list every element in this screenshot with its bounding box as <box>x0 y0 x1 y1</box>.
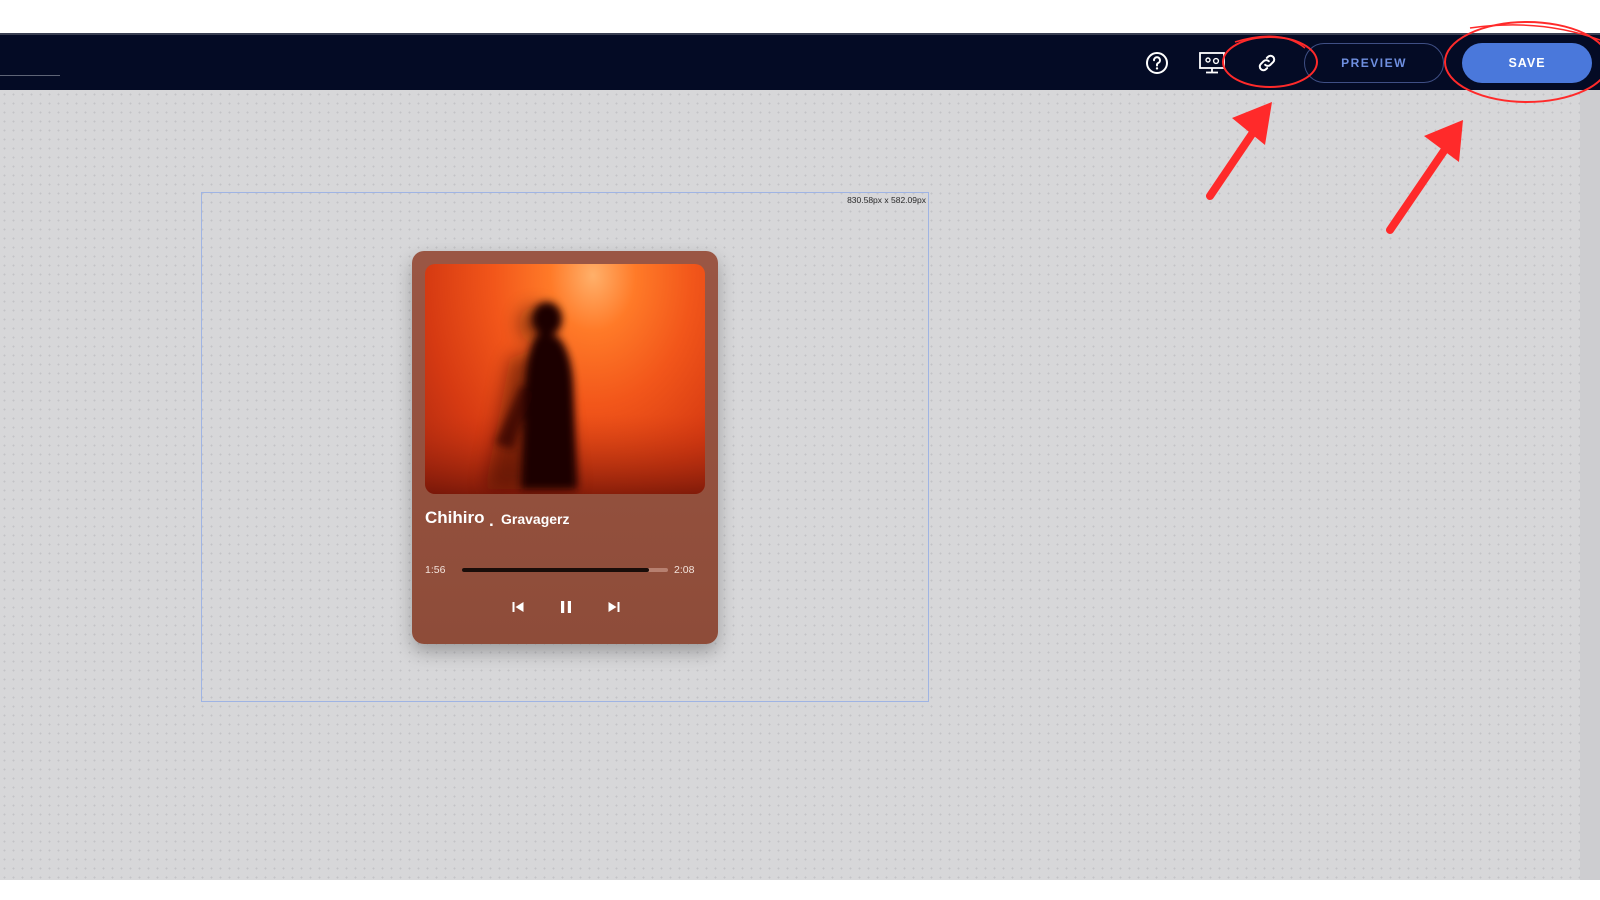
help-icon[interactable] <box>1141 47 1173 79</box>
link-icon[interactable] <box>1251 47 1283 79</box>
pause-icon[interactable] <box>555 596 577 618</box>
bottom-strip <box>0 880 1600 900</box>
save-button[interactable]: SAVE <box>1462 43 1592 83</box>
progress-fill <box>462 568 650 572</box>
element-size-label: 830.58px x 582.09px <box>847 195 926 205</box>
time-elapsed: 1:56 <box>425 564 446 576</box>
preview-button[interactable]: PREVIEW <box>1304 43 1444 83</box>
skip-forward-icon[interactable] <box>603 596 625 618</box>
music-player-card[interactable]: Chihiro . Gravagerz 1:56 2:08 <box>412 251 718 644</box>
artist-name: Gravagerz <box>501 511 570 527</box>
device-preview-icon[interactable] <box>1196 47 1228 79</box>
song-title: Chihiro <box>425 508 485 527</box>
album-art <box>425 264 705 494</box>
top-toolbar: PREVIEW SAVE <box>0 33 1600 90</box>
progress-bar[interactable] <box>462 568 668 572</box>
top-strip <box>0 0 1600 33</box>
skip-back-icon[interactable] <box>507 596 529 618</box>
toolbar-underline <box>0 75 60 76</box>
album-art-figure <box>425 302 705 494</box>
time-total: 2:08 <box>674 564 695 576</box>
title-separator: . <box>489 511 494 530</box>
canvas-scrollbar[interactable] <box>1580 90 1600 880</box>
